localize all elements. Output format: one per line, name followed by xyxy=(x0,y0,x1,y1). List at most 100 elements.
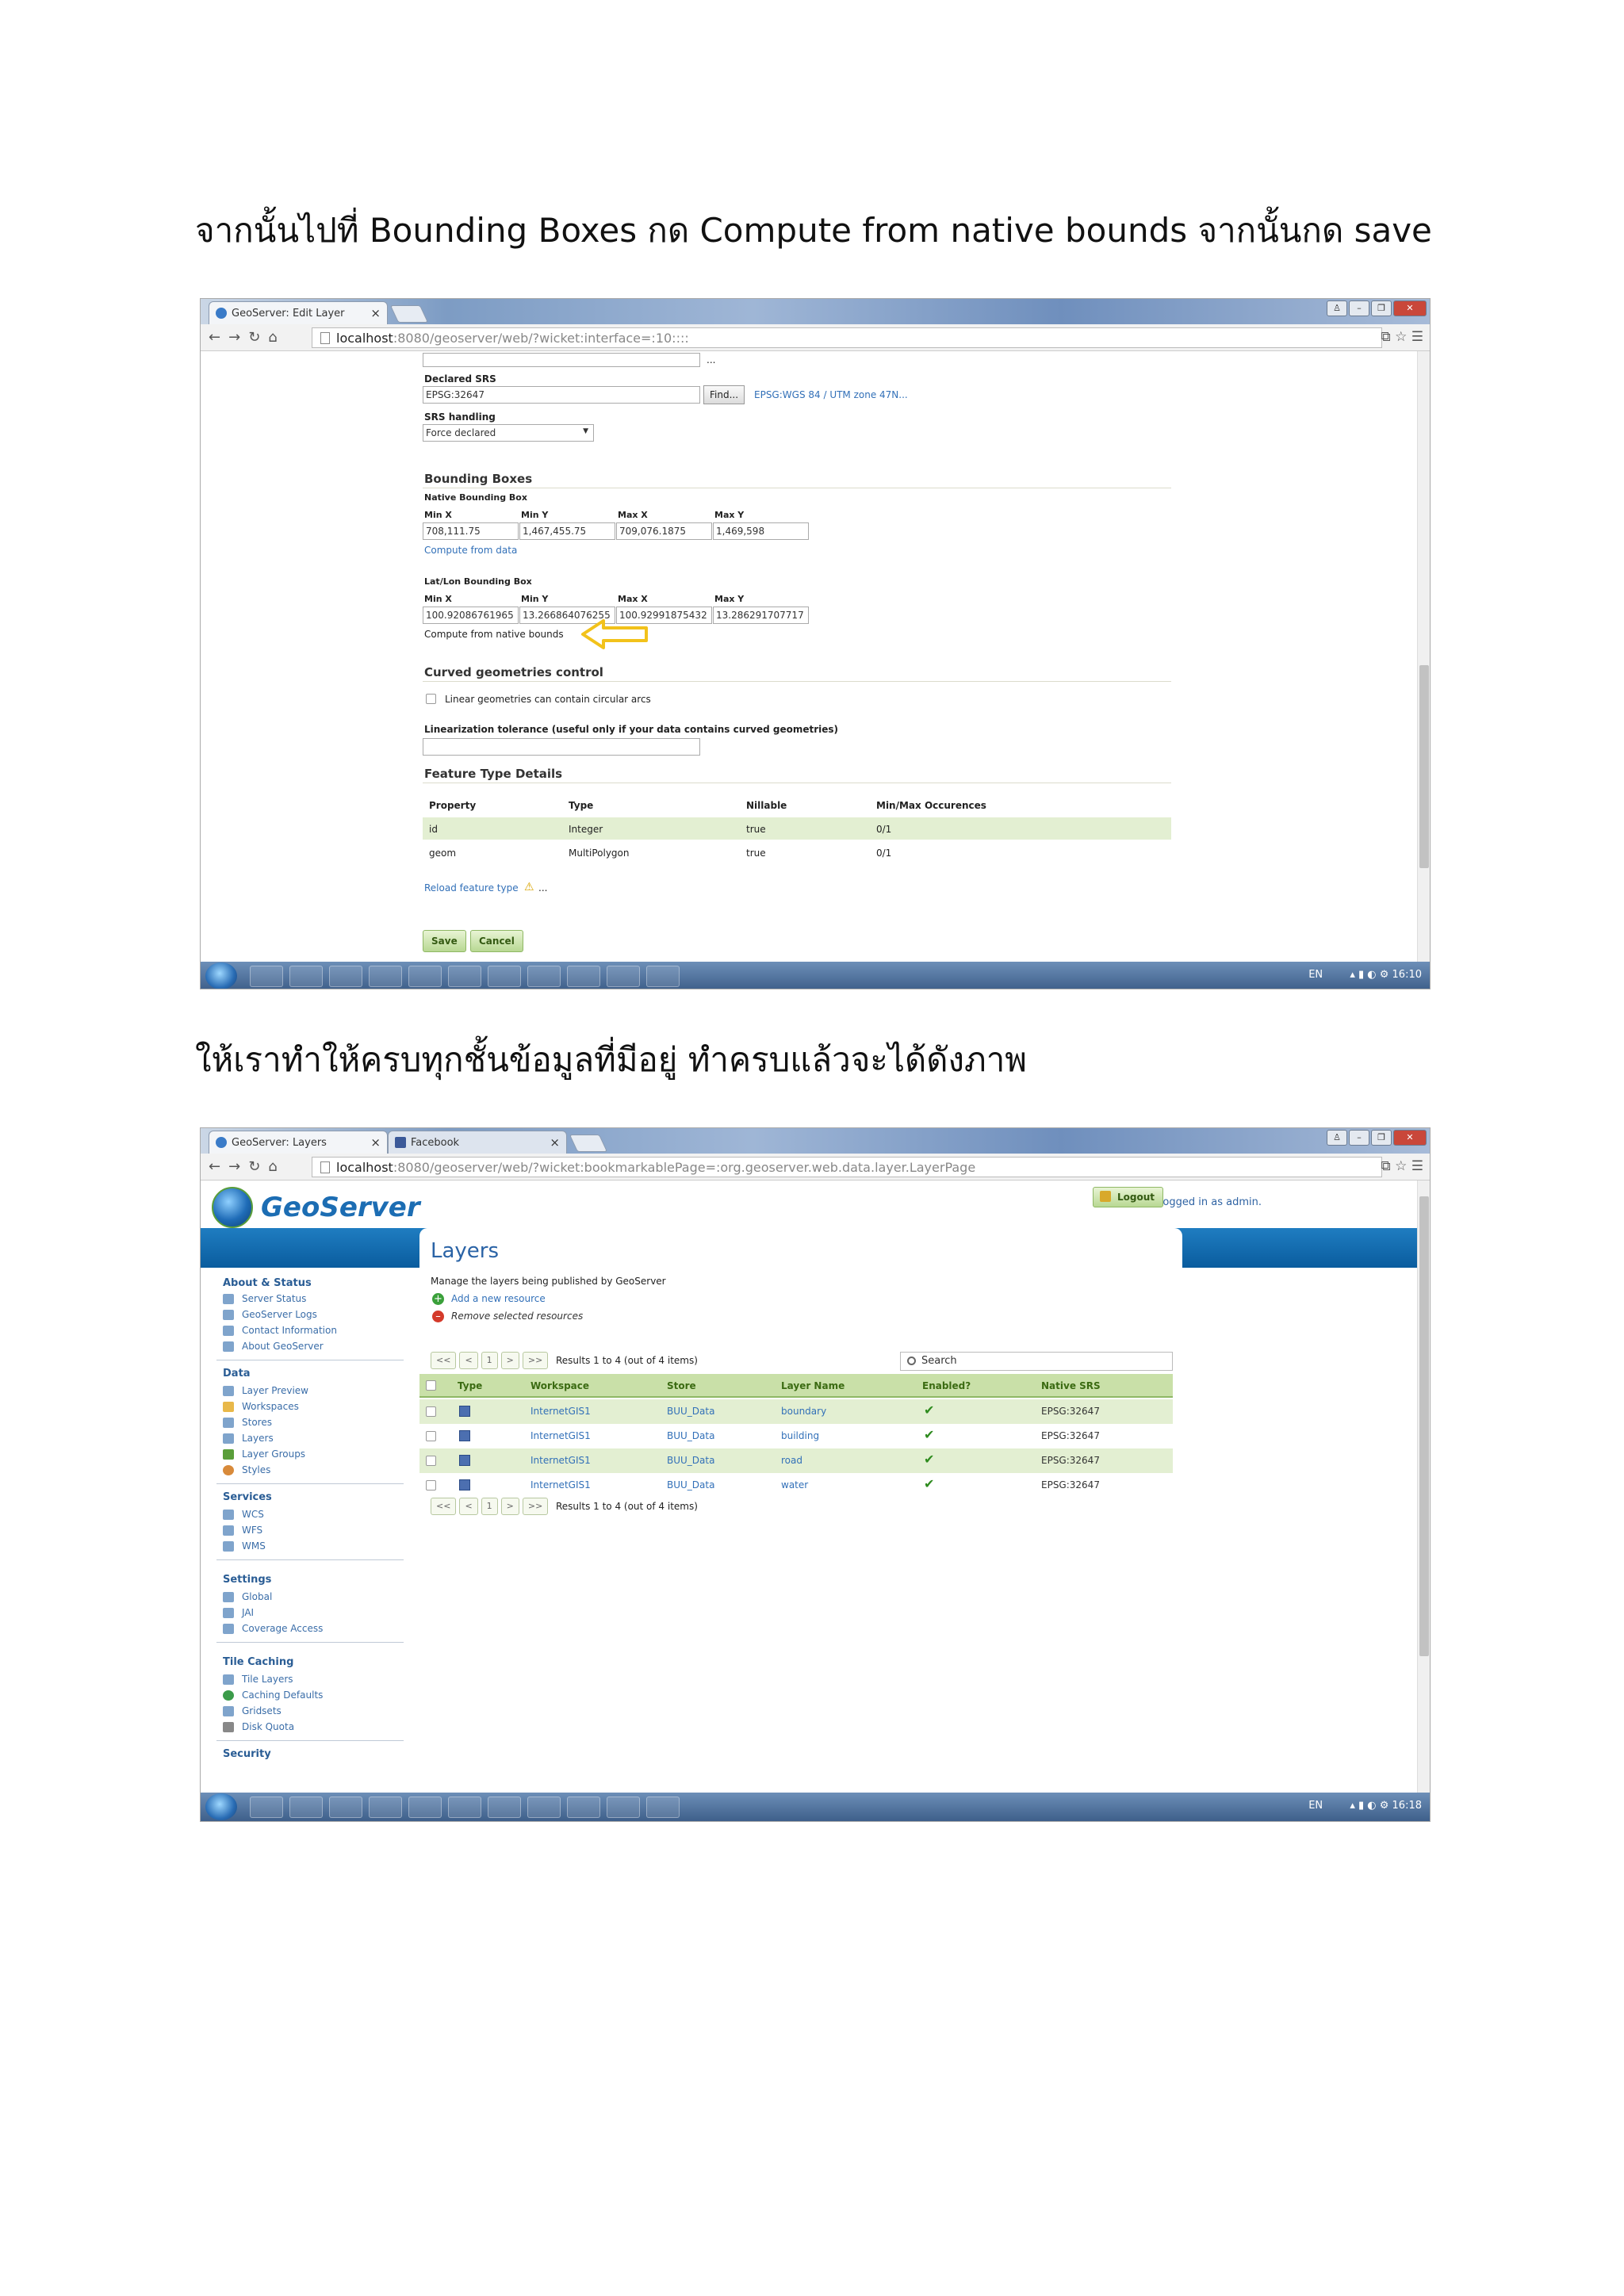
app-taskbar-icon[interactable] xyxy=(607,1797,640,1818)
sidebar-item-stores[interactable]: Stores xyxy=(223,1417,272,1428)
cell-workspace[interactable]: InternetGIS1 xyxy=(530,1479,591,1490)
native-maxy-input[interactable]: 1,469,598 xyxy=(713,522,809,540)
app-taskbar-icon[interactable] xyxy=(329,1797,362,1818)
sidebar-item-contact[interactable]: Contact Information xyxy=(223,1325,337,1336)
row-checkbox[interactable] xyxy=(426,1480,436,1490)
pager-first[interactable]: << xyxy=(431,1352,457,1369)
cell-layer-name[interactable]: road xyxy=(781,1455,802,1466)
add-resource-link[interactable]: + Add a new resource xyxy=(431,1293,546,1305)
pager-prev[interactable]: < xyxy=(459,1352,478,1369)
forward-icon[interactable]: → xyxy=(228,1158,240,1175)
circular-arcs-checkbox[interactable] xyxy=(426,694,436,704)
select-all-checkbox[interactable] xyxy=(426,1380,436,1391)
cell-layer-name[interactable]: water xyxy=(781,1479,808,1490)
sidebar-item-tile-layers[interactable]: Tile Layers xyxy=(223,1674,293,1685)
cancel-button[interactable]: Cancel xyxy=(470,930,523,952)
find-button[interactable]: Find... xyxy=(703,385,745,404)
maximize-icon[interactable]: ❐ xyxy=(1371,300,1392,316)
latlon-maxy-input[interactable]: 13.286291707717 xyxy=(713,607,809,624)
pdf-taskbar-icon[interactable] xyxy=(646,1797,680,1818)
sidebar-item-layers[interactable]: Layers xyxy=(223,1433,274,1444)
scrollbar-thumb[interactable] xyxy=(1419,1196,1429,1656)
app-taskbar-icon[interactable] xyxy=(488,966,521,987)
app-taskbar-icon[interactable] xyxy=(448,966,481,987)
top-field[interactable] xyxy=(423,353,700,367)
reload-feature-type-link[interactable]: Reload feature type xyxy=(424,882,519,894)
compute-from-native-link[interactable]: Compute from native bounds xyxy=(424,629,564,640)
pager-last[interactable]: >> xyxy=(522,1352,549,1369)
app-taskbar-icon[interactable] xyxy=(488,1797,521,1818)
native-miny-input[interactable]: 1,467,455.75 xyxy=(519,522,615,540)
sidebar-item-gridsets[interactable]: Gridsets xyxy=(223,1705,282,1716)
cell-workspace[interactable]: InternetGIS1 xyxy=(530,1430,591,1441)
tab-edit-layer[interactable]: GeoServer: Edit Layer × xyxy=(209,301,388,324)
close-window-icon[interactable]: ✕ xyxy=(1393,300,1427,316)
chrome-taskbar-icon[interactable] xyxy=(250,966,283,987)
minimize-icon[interactable]: – xyxy=(1349,1130,1369,1146)
star-icon[interactable]: ☆ xyxy=(1395,329,1407,345)
minimize-icon[interactable]: – xyxy=(1349,300,1369,316)
logout-button[interactable]: Logout xyxy=(1092,1187,1163,1207)
native-maxx-input[interactable]: 709,076.1875 xyxy=(616,522,712,540)
sidebar-item-geoserver-logs[interactable]: GeoServer Logs xyxy=(223,1309,317,1320)
sidebar-item-wms[interactable]: WMS xyxy=(223,1540,266,1552)
col-workspace[interactable]: Workspace xyxy=(530,1380,589,1391)
native-minx-input[interactable]: 708,111.75 xyxy=(423,522,519,540)
start-orb-icon[interactable] xyxy=(205,1793,237,1820)
compute-from-data-link[interactable]: Compute from data xyxy=(424,545,517,556)
row-checkbox[interactable] xyxy=(426,1456,436,1466)
sidebar-item-global[interactable]: Global xyxy=(223,1591,272,1602)
chrome-taskbar-icon[interactable] xyxy=(250,1797,283,1818)
translate-icon[interactable]: ⧉ xyxy=(1381,329,1391,345)
user-icon[interactable]: ♙ xyxy=(1327,300,1347,316)
sidebar-item-layer-groups[interactable]: Layer Groups xyxy=(223,1448,305,1460)
scrollbar-thumb[interactable] xyxy=(1419,665,1429,868)
new-tab-button[interactable] xyxy=(569,1135,608,1152)
row-checkbox[interactable] xyxy=(426,1406,436,1417)
app-taskbar-icon[interactable] xyxy=(567,1797,600,1818)
pager-last[interactable]: >> xyxy=(522,1498,549,1515)
menu-icon[interactable]: ☰ xyxy=(1411,329,1423,345)
pager-prev[interactable]: < xyxy=(459,1498,478,1515)
reload-icon[interactable]: ↻ xyxy=(248,329,260,346)
remove-resources-link[interactable]: – Remove selected resources xyxy=(431,1311,583,1322)
cell-layer-name[interactable]: building xyxy=(781,1430,819,1441)
tab-close-icon[interactable]: × xyxy=(550,1135,560,1150)
app-taskbar-icon[interactable] xyxy=(289,1797,323,1818)
col-native-srs[interactable]: Native SRS xyxy=(1041,1380,1101,1391)
col-store[interactable]: Store xyxy=(667,1380,696,1391)
url-input[interactable]: localhost:8080/geoserver/web/?wicket:boo… xyxy=(312,1157,1382,1177)
user-icon[interactable]: ♙ xyxy=(1327,1130,1347,1146)
reload-icon[interactable]: ↻ xyxy=(248,1158,260,1175)
col-type[interactable]: Type xyxy=(458,1380,482,1391)
sidebar-item-disk-quota[interactable]: Disk Quota xyxy=(223,1721,294,1732)
pager-next[interactable]: > xyxy=(500,1498,519,1515)
sidebar-item-server-status[interactable]: Server Status xyxy=(223,1293,306,1304)
pager-page[interactable]: 1 xyxy=(481,1352,498,1369)
sidebar-item-layer-preview[interactable]: Layer Preview xyxy=(223,1385,308,1396)
cell-workspace[interactable]: InternetGIS1 xyxy=(530,1406,591,1417)
srs-handling-select[interactable]: Force declared ▼ xyxy=(423,424,594,442)
save-button[interactable]: Save xyxy=(423,930,466,952)
home-icon[interactable]: ⌂ xyxy=(268,329,277,346)
maximize-icon[interactable]: ❐ xyxy=(1371,1130,1392,1146)
linearization-input[interactable] xyxy=(423,738,700,756)
srs-link[interactable]: EPSG:WGS 84 / UTM zone 47N... xyxy=(754,389,908,400)
home-icon[interactable]: ⌂ xyxy=(268,1158,277,1175)
sidebar-item-coverage-access[interactable]: Coverage Access xyxy=(223,1623,323,1634)
col-layer-name[interactable]: Layer Name xyxy=(781,1380,845,1391)
app-taskbar-icon[interactable] xyxy=(329,966,362,987)
pager-page[interactable]: 1 xyxy=(481,1498,498,1515)
pager-next[interactable]: > xyxy=(500,1352,519,1369)
cell-workspace[interactable]: InternetGIS1 xyxy=(530,1455,591,1466)
url-input[interactable]: localhost:8080/geoserver/web/?wicket:int… xyxy=(312,327,1382,348)
media-taskbar-icon[interactable] xyxy=(408,1797,442,1818)
app-taskbar-icon[interactable] xyxy=(527,966,561,987)
geoserver-logo[interactable]: GeoServer xyxy=(212,1187,420,1228)
app-taskbar-icon[interactable] xyxy=(607,966,640,987)
cell-store[interactable]: BUU_Data xyxy=(667,1406,714,1417)
declared-srs-input[interactable]: EPSG:32647 xyxy=(423,386,700,404)
app-taskbar-icon[interactable] xyxy=(289,966,323,987)
row-checkbox[interactable] xyxy=(426,1431,436,1441)
back-icon[interactable]: ← xyxy=(209,329,220,346)
